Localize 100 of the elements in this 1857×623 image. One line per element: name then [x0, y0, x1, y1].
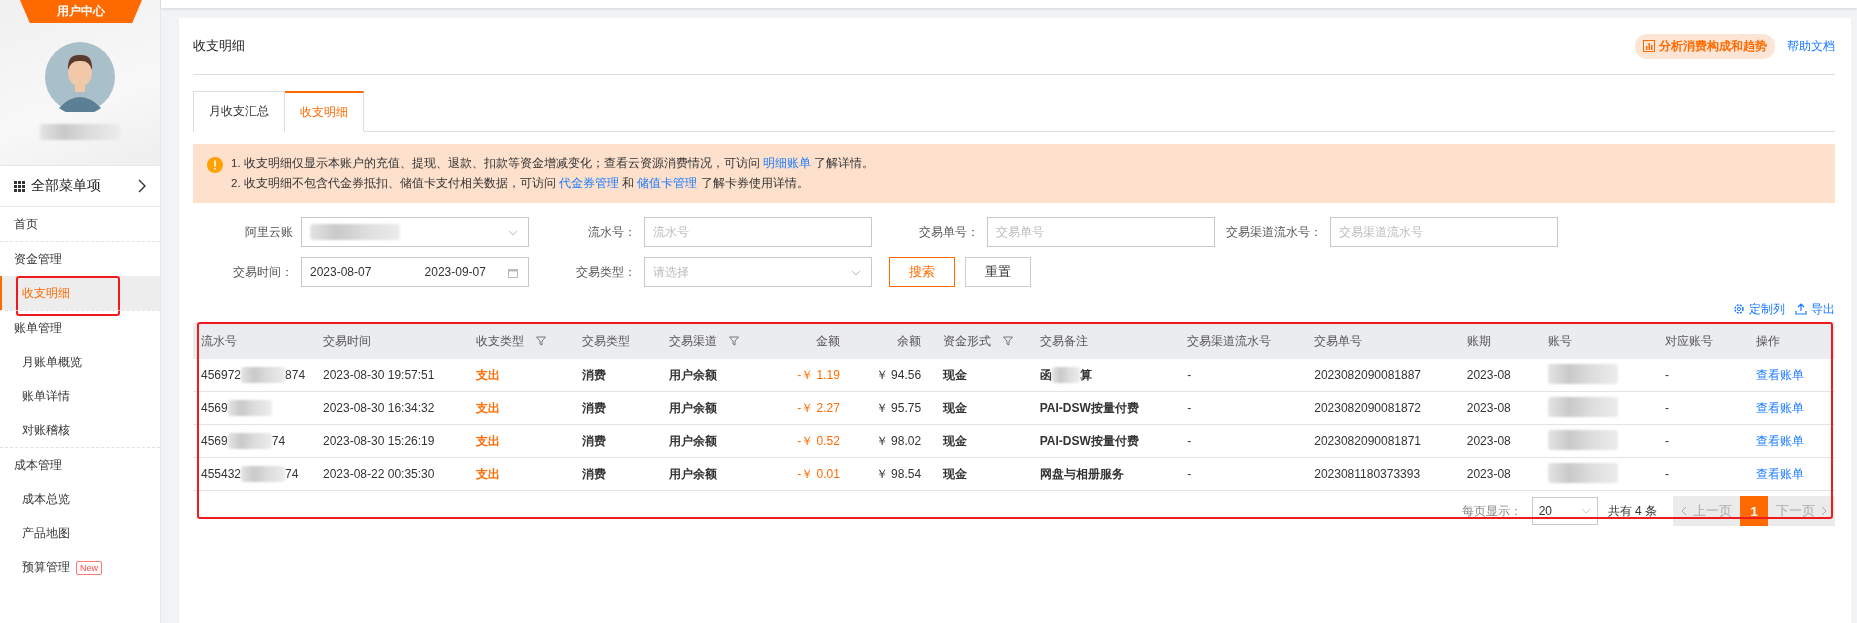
- menu-item[interactable]: 对账稽核: [0, 413, 160, 447]
- table-cell: 2023082090081872: [1314, 401, 1421, 415]
- filter-icon[interactable]: [1003, 335, 1014, 346]
- view-bill-link[interactable]: 查看账单: [1756, 400, 1805, 415]
- table-cell: 现金: [943, 466, 968, 481]
- blurred-patch: [1548, 363, 1619, 384]
- table-cell: PAI-DSW按量付费: [1039, 399, 1139, 417]
- menu-item[interactable]: 成本管理: [0, 448, 160, 482]
- blurred-patch: [1548, 429, 1619, 450]
- table-cell: -￥ 0.52: [797, 433, 840, 448]
- table-cell: 2023082090081887: [1314, 368, 1421, 382]
- column-header: 账号: [1540, 323, 1657, 359]
- table-cell: -￥ 2.27: [797, 400, 840, 415]
- caret-icon: [851, 270, 861, 276]
- customize-columns-link[interactable]: 定制列: [1733, 301, 1785, 317]
- table-cell: 2023-08: [1466, 368, 1511, 382]
- table-cell: -: [1665, 368, 1669, 382]
- column-header: 对应账号: [1657, 323, 1749, 359]
- menu-item[interactable]: 首页: [0, 207, 160, 241]
- table-cell: -: [1665, 401, 1669, 415]
- menu-item[interactable]: 账单管理: [0, 311, 160, 345]
- column-header: 交易渠道: [660, 323, 778, 359]
- table-cell: -: [1665, 467, 1669, 481]
- table-cell: 消费: [582, 433, 607, 448]
- table-cell: 函: [1039, 366, 1052, 384]
- blurred-patch: [1548, 396, 1619, 417]
- input-field[interactable]: 交易单号: [987, 217, 1215, 247]
- column-header: 操作: [1748, 323, 1835, 359]
- table-cell: -￥ 1.19: [797, 367, 840, 382]
- info-icon: [207, 157, 223, 173]
- input-field[interactable]: 交易渠道流水号: [1330, 217, 1558, 247]
- table-cell: 4569: [201, 434, 228, 448]
- menu-item[interactable]: 资金管理: [0, 242, 160, 276]
- export-link[interactable]: 导出: [1795, 301, 1835, 317]
- upload-icon: [1795, 303, 1807, 315]
- column-header: 金额: [777, 323, 854, 359]
- date-range-field[interactable]: 2023-08-07 2023-09-07: [301, 257, 529, 287]
- column-header: 交易备注: [1031, 323, 1180, 359]
- menu-item[interactable]: 预算管理 New: [0, 550, 160, 584]
- table-cell: 2023-08-30 15:26:19: [323, 434, 435, 448]
- notice-link[interactable]: 代金券管理: [559, 177, 619, 189]
- menu-item[interactable]: 月账单概览: [0, 345, 160, 379]
- table-cell: 用户余额: [668, 466, 717, 481]
- notice-link[interactable]: 储值卡管理: [637, 177, 698, 189]
- field-label: 交易类型：: [575, 263, 637, 281]
- table-cell: 2023-08-30 16:34:32: [323, 401, 435, 415]
- filter-icon[interactable]: [728, 335, 739, 346]
- page-size-select[interactable]: 20: [1531, 497, 1598, 525]
- table-cell: 现金: [943, 367, 968, 382]
- filter-icon[interactable]: [535, 335, 546, 346]
- reset-button[interactable]: 重置: [965, 257, 1031, 287]
- blurred-patch: [227, 400, 272, 416]
- table-cell: 74: [271, 434, 286, 448]
- input-field[interactable]: 流水号: [644, 217, 872, 247]
- blurred-patch: [227, 433, 272, 449]
- table-cell: 用户余额: [668, 367, 717, 382]
- avatar-icon: [45, 42, 115, 112]
- menu-item[interactable]: 成本总览: [0, 482, 160, 516]
- all-menu-button[interactable]: 全部菜单项: [0, 165, 160, 207]
- account-select[interactable]: [301, 217, 529, 247]
- grid-icon: [14, 180, 25, 192]
- column-header: 收支类型: [467, 323, 575, 359]
- table-cell: 456972: [201, 368, 242, 382]
- gear-icon: [1733, 303, 1745, 315]
- menu-item[interactable]: 产品地图: [0, 516, 160, 550]
- table-cell: 现金: [943, 433, 968, 448]
- notice-text: 2. 收支明细不包含代金券抵扣、储值卡支付相关数据，可访问 代金券管理 和 储值卡管理 了解卡券使用详情。: [231, 176, 810, 191]
- menu-item[interactable]: 收支明细: [0, 276, 160, 310]
- tab[interactable]: 月收支汇总: [193, 91, 285, 132]
- chevron-left-icon: [1681, 506, 1687, 516]
- view-bill-link[interactable]: 查看账单: [1756, 367, 1805, 382]
- calendar-icon: [508, 268, 518, 278]
- table-cell: ￥ 95.75: [875, 400, 922, 415]
- blurred-patch: [241, 466, 286, 482]
- chart-icon: [1643, 40, 1655, 52]
- column-header: 余额: [853, 323, 936, 359]
- column-header: 交易渠道流水号: [1179, 323, 1307, 359]
- table-cell: 2023-08: [1466, 434, 1511, 448]
- table-cell: 用户余额: [668, 433, 717, 448]
- search-button[interactable]: 搜索: [889, 257, 955, 287]
- column-header: 交易单号: [1306, 323, 1459, 359]
- blurred-patch: [1051, 367, 1080, 383]
- blurred-patch: [241, 367, 286, 383]
- field-label: 交易单号：: [918, 223, 980, 241]
- table-cell: 算: [1079, 366, 1092, 384]
- table-cell: 74: [285, 467, 299, 481]
- notice-link[interactable]: 明细账单: [763, 157, 811, 169]
- table-cell: -: [1187, 368, 1192, 382]
- view-bill-link[interactable]: 查看账单: [1756, 466, 1805, 481]
- table-cell: -: [1187, 401, 1192, 415]
- menu-item[interactable]: 账单详情: [0, 379, 160, 413]
- help-link[interactable]: 帮助文档: [1787, 37, 1835, 55]
- tab[interactable]: 收支明细: [285, 91, 364, 132]
- page-number-button[interactable]: 1: [1740, 496, 1768, 526]
- view-bill-link[interactable]: 查看账单: [1756, 433, 1805, 448]
- table-cell: 支出: [475, 433, 500, 448]
- analysis-button[interactable]: 分析消费构成和趋势: [1635, 33, 1775, 59]
- table-cell: 2023-08: [1466, 467, 1511, 481]
- table-cell: 网盘与相册服务: [1039, 465, 1124, 483]
- user-center-tab[interactable]: 用户中心: [20, 0, 142, 23]
